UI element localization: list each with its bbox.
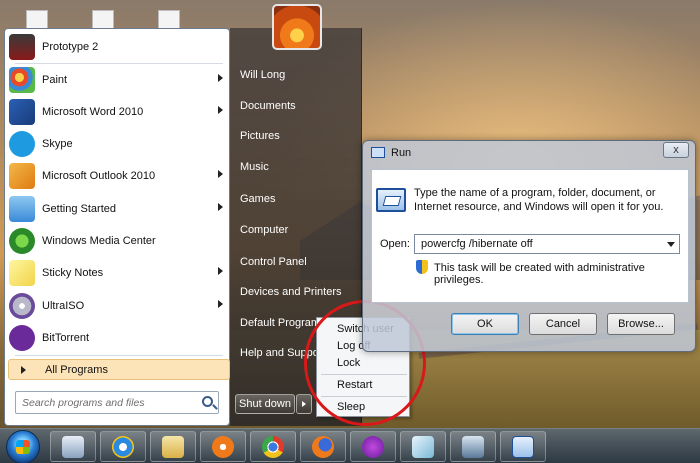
submenu-arrow-icon[interactable]: [218, 170, 223, 178]
program-item-sticky-notes[interactable]: Sticky Notes: [9, 257, 229, 288]
search-placeholder: Search programs and files: [22, 396, 145, 409]
open-value: powercfg /hibernate off: [421, 238, 533, 250]
ultraiso-icon: [9, 292, 35, 319]
cancel-button[interactable]: Cancel: [529, 313, 597, 335]
program-label: UltraISO: [42, 299, 85, 312]
open-combobox[interactable]: powercfg /hibernate off: [414, 234, 680, 254]
run-titlebar[interactable]: Run x: [363, 141, 695, 165]
all-programs-label: All Programs: [45, 363, 108, 376]
program-item-outlook[interactable]: Microsoft Outlook 2010: [9, 160, 229, 191]
arrow-right-icon: [21, 366, 26, 374]
start-link-games[interactable]: Games: [240, 193, 275, 205]
paint-icon: [9, 66, 35, 93]
start-button[interactable]: [6, 430, 40, 463]
start-link-devices-printers[interactable]: Devices and Printers: [240, 286, 342, 298]
firefox-icon: [312, 435, 334, 458]
sticky-notes-icon: [9, 259, 35, 286]
shutdown-button[interactable]: Shut down: [235, 394, 295, 414]
internet-explorer-icon: [112, 435, 134, 458]
messenger-icon: [362, 435, 384, 458]
run-icon: [512, 435, 534, 458]
shutdown-label: Shut down: [239, 398, 291, 410]
submenu-arrow-icon[interactable]: [218, 106, 223, 114]
divider: [15, 355, 223, 356]
taskbar-run[interactable]: [500, 431, 546, 462]
word-icon: [9, 98, 35, 125]
start-link-music[interactable]: Music: [240, 161, 269, 173]
program-label: Prototype 2: [42, 40, 99, 53]
taskbar-chrome[interactable]: [250, 431, 296, 462]
program-label: Skype: [42, 137, 73, 150]
start-link-default-programs[interactable]: Default Program: [240, 317, 320, 329]
chrome-icon: [262, 435, 284, 458]
taskbar-notepad[interactable]: [400, 431, 446, 462]
submenu-arrow-icon[interactable]: [218, 267, 223, 275]
taskbar-device[interactable]: [450, 431, 496, 462]
program-label: Microsoft Outlook 2010: [42, 169, 156, 182]
calculator-icon: [62, 435, 84, 458]
search-icon[interactable]: [202, 396, 213, 407]
taskbar-windows-explorer[interactable]: [150, 431, 196, 462]
prototype2-icon: [9, 33, 35, 60]
taskbar-messenger[interactable]: [350, 431, 396, 462]
start-link-control-panel[interactable]: Control Panel: [240, 256, 307, 268]
media-center-icon: [9, 227, 35, 254]
program-item-word[interactable]: Microsoft Word 2010: [9, 96, 229, 127]
run-dialog: Run x Type the name of a program, folder…: [362, 140, 696, 352]
ok-label: OK: [477, 318, 493, 330]
browse-label: Browse...: [618, 318, 664, 330]
device-icon: [462, 435, 484, 458]
program-label: BitTorrent: [42, 331, 90, 344]
program-label: Getting Started: [42, 202, 116, 215]
start-link-pictures[interactable]: Pictures: [240, 130, 280, 142]
program-item-paint[interactable]: Paint: [9, 64, 229, 95]
run-content: Type the name of a program, folder, docu…: [371, 169, 689, 303]
user-avatar[interactable]: [272, 4, 322, 50]
chevron-down-icon[interactable]: [667, 242, 675, 247]
program-label: Windows Media Center: [42, 234, 156, 247]
run-icon: [371, 147, 385, 158]
media-player-icon: [212, 435, 234, 458]
taskbar-internet-explorer[interactable]: [100, 431, 146, 462]
uac-shield-icon: [416, 260, 428, 274]
notepad-icon: [412, 435, 434, 458]
bittorrent-icon: [9, 324, 35, 351]
start-link-user[interactable]: Will Long: [240, 69, 285, 81]
browse-button[interactable]: Browse...: [607, 313, 675, 335]
program-item-skype[interactable]: Skype: [9, 128, 229, 159]
run-description: Type the name of a program, folder, docu…: [414, 187, 664, 213]
run-title: Run: [391, 147, 412, 159]
start-menu-programs-pane: Prototype 2 Paint Microsoft Word 2010 Sk…: [4, 28, 230, 426]
getting-started-icon: [9, 195, 35, 222]
shutdown-options-button[interactable]: [296, 394, 312, 414]
program-label: Sticky Notes: [42, 266, 104, 279]
open-label: Open:: [380, 238, 410, 250]
submenu-arrow-icon[interactable]: [218, 203, 223, 211]
taskbar: [0, 428, 700, 463]
all-programs-button[interactable]: All Programs: [8, 359, 230, 380]
program-label: Paint: [42, 73, 68, 86]
skype-icon: [9, 130, 35, 157]
taskbar-calculator[interactable]: [50, 431, 96, 462]
submenu-arrow-icon[interactable]: [218, 300, 223, 308]
cancel-label: Cancel: [545, 318, 581, 330]
submenu-arrow-icon[interactable]: [218, 74, 223, 82]
start-link-computer[interactable]: Computer: [240, 224, 288, 236]
outlook-icon: [9, 162, 35, 189]
program-item-ultraiso[interactable]: UltraISO: [9, 290, 229, 321]
program-item-prototype2[interactable]: Prototype 2: [9, 31, 229, 62]
search-input[interactable]: Search programs and files: [15, 391, 219, 414]
program-label: Microsoft Word 2010: [42, 105, 144, 118]
program-item-media-center[interactable]: Windows Media Center: [9, 225, 229, 256]
taskbar-media-player[interactable]: [200, 431, 246, 462]
program-item-bittorrent[interactable]: BitTorrent: [9, 322, 229, 353]
run-program-icon: [376, 188, 406, 212]
program-item-getting-started[interactable]: Getting Started: [9, 193, 229, 224]
taskbar-firefox[interactable]: [300, 431, 346, 462]
close-button[interactable]: x: [663, 142, 689, 158]
admin-note: This task will be created with administr…: [434, 262, 645, 286]
start-link-documents[interactable]: Documents: [240, 100, 296, 112]
ok-button[interactable]: OK: [451, 313, 519, 335]
windows-explorer-icon: [162, 435, 184, 458]
